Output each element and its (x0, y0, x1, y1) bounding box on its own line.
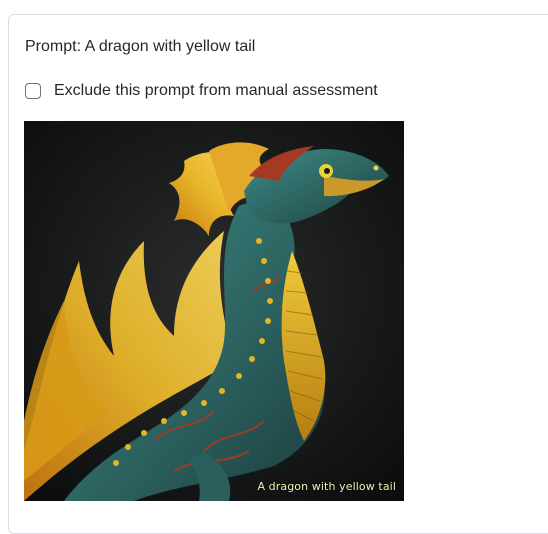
exclude-checkbox-label[interactable]: Exclude this prompt from manual assessme… (54, 80, 378, 102)
prompt-card: Prompt: A dragon with yellow tail Exclud… (8, 14, 548, 534)
dragon-illustration (24, 121, 404, 501)
dragon-image: A dragon with yellow tail (24, 121, 404, 501)
image-caption: A dragon with yellow tail (257, 480, 396, 493)
prompt-text: Prompt: A dragon with yellow tail (25, 38, 256, 55)
exclude-checkbox[interactable] (25, 83, 41, 99)
exclude-checkbox-row[interactable]: Exclude this prompt from manual assessme… (25, 80, 378, 102)
